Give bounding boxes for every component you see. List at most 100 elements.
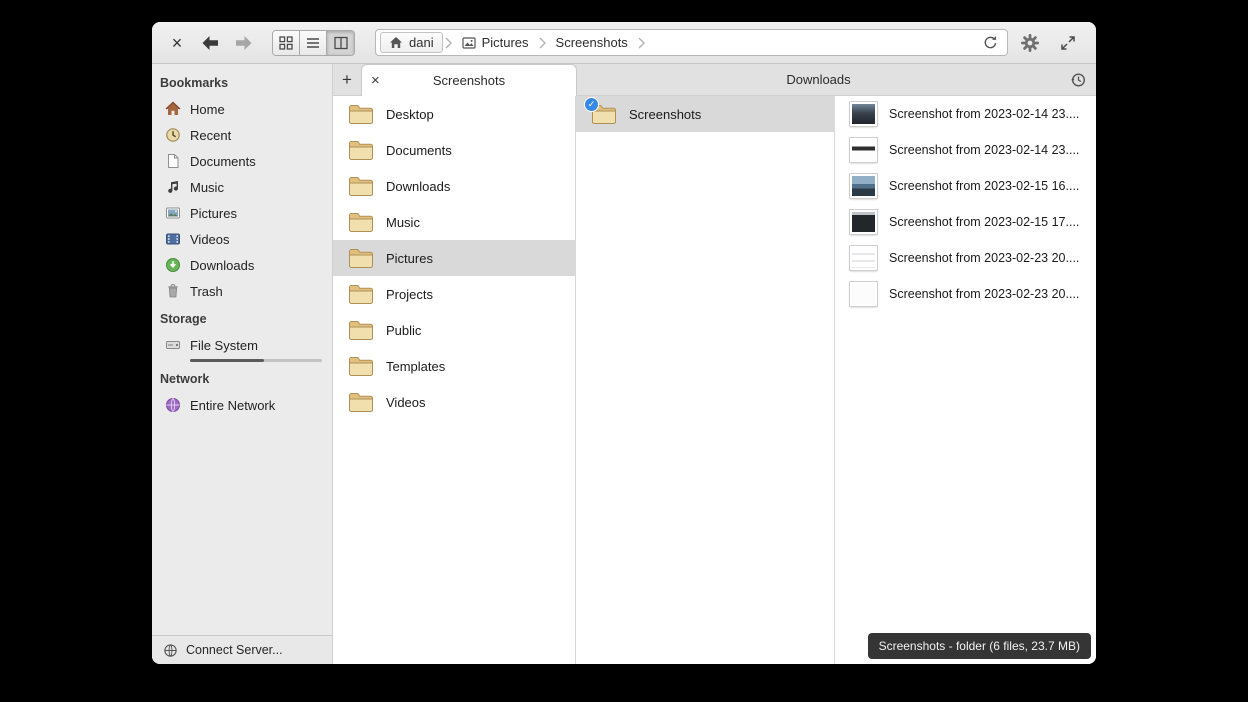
- hard-drive-icon: [165, 337, 181, 353]
- folder-row[interactable]: Videos: [333, 384, 575, 420]
- new-tab-button[interactable]: +: [333, 64, 361, 95]
- music-note-icon: [165, 179, 181, 195]
- main-area: + × Screenshots Downloads: [333, 64, 1096, 664]
- file-thumbnail: [850, 246, 877, 270]
- folder-icon: [348, 392, 374, 413]
- folder-icon: [348, 176, 374, 197]
- chevron-right-icon: [538, 37, 547, 49]
- sidebar-item-trash[interactable]: Trash: [152, 278, 332, 304]
- folder-row[interactable]: Documents: [333, 132, 575, 168]
- folder-label: Downloads: [386, 179, 450, 194]
- tab-downloads[interactable]: Downloads: [577, 64, 1060, 95]
- disk-usage-fill: [190, 359, 264, 362]
- breadcrumb-pictures[interactable]: Pictures: [454, 33, 537, 52]
- toolbar: × dani Pictures: [152, 22, 1096, 64]
- file-row[interactable]: Screenshot from 2023-02-23 20....: [835, 276, 1096, 312]
- forward-button[interactable]: [230, 30, 258, 56]
- breadcrumb-home[interactable]: dani: [380, 32, 443, 53]
- grid-view-button[interactable]: [273, 31, 300, 55]
- folder-label: Templates: [386, 359, 445, 374]
- file-label: Screenshot from 2023-02-23 20....: [889, 251, 1079, 265]
- window-close-button[interactable]: ×: [164, 34, 190, 52]
- sidebar-item-file-system[interactable]: File System: [152, 332, 332, 358]
- folder-row[interactable]: Downloads: [333, 168, 575, 204]
- video-icon: [165, 231, 181, 247]
- back-button[interactable]: [196, 30, 224, 56]
- sidebar-item-entire-network[interactable]: Entire Network: [152, 392, 332, 418]
- sidebar-item-downloads[interactable]: Downloads: [152, 252, 332, 278]
- sidebar-item-pictures[interactable]: Pictures: [152, 200, 332, 226]
- file-label: Screenshot from 2023-02-14 23....: [889, 107, 1079, 121]
- sidebar-item-label: Music: [190, 180, 224, 195]
- file-row[interactable]: Screenshot from 2023-02-14 23....: [835, 96, 1096, 132]
- home-icon: [389, 36, 403, 49]
- section-network: Network: [152, 364, 332, 392]
- refresh-button[interactable]: [977, 31, 1003, 55]
- history-button[interactable]: [1060, 64, 1096, 95]
- sidebar-item-label: Home: [190, 102, 225, 117]
- file-label: Screenshot from 2023-02-15 16....: [889, 179, 1079, 193]
- breadcrumb-label: dani: [409, 35, 434, 50]
- folder-icon: [348, 212, 374, 233]
- sidebar-item-recent[interactable]: Recent: [152, 122, 332, 148]
- folder-label: Public: [386, 323, 421, 338]
- tab-label: Screenshots: [393, 73, 545, 88]
- settings-button[interactable]: [1014, 29, 1046, 57]
- folder-row[interactable]: Desktop: [333, 96, 575, 132]
- file-row[interactable]: Screenshot from 2023-02-14 23....: [835, 132, 1096, 168]
- file-row[interactable]: Screenshot from 2023-02-15 16....: [835, 168, 1096, 204]
- recent-icon: [165, 127, 181, 143]
- fullscreen-button[interactable]: [1052, 29, 1084, 57]
- connect-server-button[interactable]: Connect Server...: [152, 635, 332, 664]
- disk-usage-bar: [190, 359, 322, 362]
- file-row[interactable]: Screenshot from 2023-02-23 20....: [835, 240, 1096, 276]
- folder-icon: [348, 284, 374, 305]
- folder-row[interactable]: Public: [333, 312, 575, 348]
- folder-row[interactable]: Templates: [333, 348, 575, 384]
- sidebar-item-music[interactable]: Music: [152, 174, 332, 200]
- folder-label: Desktop: [386, 107, 434, 122]
- tab-label: Downloads: [786, 72, 850, 87]
- forward-arrow-icon: [235, 35, 253, 51]
- subfolder-column: ✓ Screenshots: [576, 96, 835, 664]
- sidebar: Bookmarks Home Recent Documents Music: [152, 64, 333, 664]
- home-icon: [165, 101, 181, 117]
- folder-row[interactable]: Projects: [333, 276, 575, 312]
- expand-icon: [1060, 35, 1076, 51]
- sidebar-item-label: Documents: [190, 154, 256, 169]
- places-column: Desktop Documents: [333, 96, 576, 664]
- breadcrumb-screenshots[interactable]: Screenshots: [548, 33, 636, 52]
- section-storage: Storage: [152, 304, 332, 332]
- folder-row[interactable]: Music: [333, 204, 575, 240]
- sidebar-item-documents[interactable]: Documents: [152, 148, 332, 174]
- section-bookmarks: Bookmarks: [152, 68, 332, 96]
- network-globe-icon: [165, 397, 181, 413]
- download-icon: [165, 257, 181, 273]
- column-view-icon: [334, 36, 348, 50]
- folder-label: Projects: [386, 287, 433, 302]
- breadcrumb-label: Pictures: [482, 35, 529, 50]
- list-view-button[interactable]: [300, 31, 327, 55]
- pictures-icon: [165, 205, 181, 221]
- folder-row[interactable]: Pictures: [333, 240, 575, 276]
- chevron-right-icon: [444, 37, 453, 49]
- view-switcher: [272, 30, 355, 56]
- pictures-icon: [462, 37, 476, 49]
- column-view-button[interactable]: [327, 31, 354, 55]
- file-row[interactable]: Screenshot from 2023-02-15 17....: [835, 204, 1096, 240]
- selected-check-icon: ✓: [584, 97, 599, 112]
- subfolder-row-screenshots[interactable]: ✓ Screenshots: [576, 96, 834, 132]
- history-icon: [1070, 72, 1086, 88]
- sidebar-item-home[interactable]: Home: [152, 96, 332, 122]
- tab-bar: + × Screenshots Downloads: [333, 64, 1096, 96]
- folder-icon: [348, 104, 374, 125]
- file-label: Screenshot from 2023-02-23 20....: [889, 287, 1079, 301]
- folder-icon: [348, 356, 374, 377]
- folder-icon: [348, 320, 374, 341]
- trash-icon: [165, 283, 181, 299]
- files-column: Screenshot from 2023-02-14 23.... Screen…: [835, 96, 1096, 664]
- tab-screenshots[interactable]: × Screenshots: [361, 64, 577, 96]
- tab-close-icon[interactable]: ×: [371, 73, 393, 88]
- file-thumbnail: [850, 174, 877, 198]
- sidebar-item-videos[interactable]: Videos: [152, 226, 332, 252]
